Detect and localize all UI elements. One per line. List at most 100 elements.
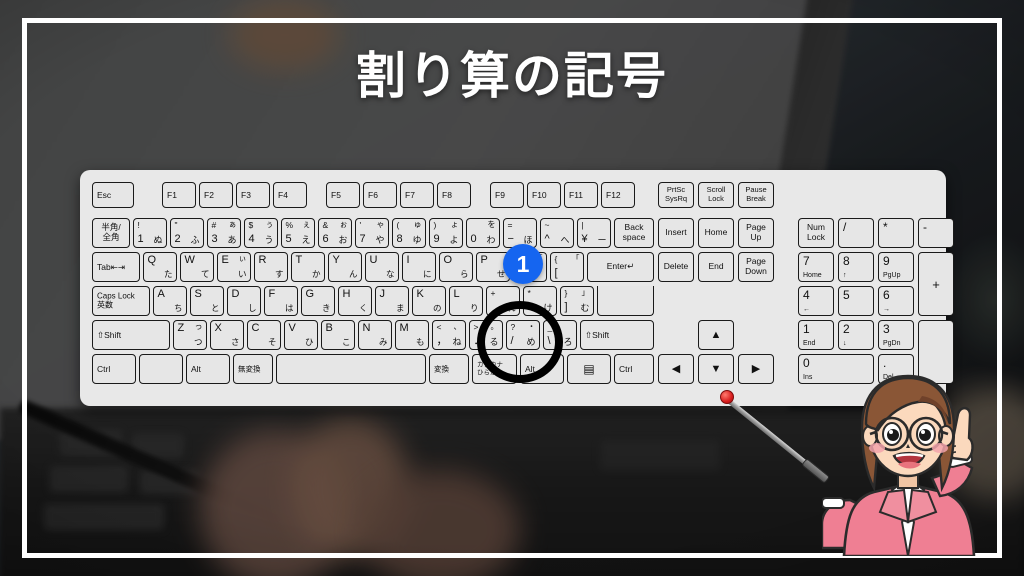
key-numpad-9[interactable]: 9 PgUp [878,252,914,282]
key-caps-lock[interactable]: Caps Lock 英数 [92,286,150,316]
key-enter[interactable]: Enter ↵ [587,252,654,282]
key-b[interactable]: Bこ [321,320,355,350]
key-bracket-left[interactable]: {[「 [550,252,584,282]
key-arrow-down[interactable]: ▼ [698,354,734,384]
key-printscreen[interactable]: PrtSc SysRq [658,182,694,208]
key-f2[interactable]: F2 [199,182,233,208]
key-f8[interactable]: F8 [437,182,471,208]
key-end[interactable]: End [698,252,734,282]
key-3[interactable]: #3 あぁ [207,218,241,248]
key-f12[interactable]: F12 [601,182,635,208]
key-numpad-2[interactable]: 2 ↓ [838,320,874,350]
key-numpad-4[interactable]: 4 ← [798,286,834,316]
key-bracket-right[interactable]: }] む」 [560,286,594,316]
key-2[interactable]: " 2 ふ [170,218,204,248]
key-numpad-minus[interactable]: - [918,218,954,248]
key-f11[interactable]: F11 [564,182,598,208]
key-f6[interactable]: F6 [363,182,397,208]
key-esc[interactable]: Esc [92,182,134,208]
key-space[interactable] [276,354,426,384]
key-q[interactable]: Qた [143,252,177,282]
key-right-shift[interactable]: ⇧Shift [580,320,654,350]
key-tab[interactable]: Tab⇤⇥ [92,252,140,282]
key-hankaku-zenkaku[interactable]: 半角/ 全角 [92,218,130,248]
key-0[interactable]: 0わを [466,218,500,248]
key-scroll-lock[interactable]: Scroll Lock [698,182,734,208]
key-g[interactable]: Gき [301,286,335,316]
key-numpad-plus[interactable]: + [918,252,954,316]
key-f10[interactable]: F10 [527,182,561,208]
key-num-lock[interactable]: Num Lock [798,218,834,248]
key-enter-lower[interactable] [597,286,654,316]
key-1[interactable]: ! 1 ぬ [133,218,167,248]
key-u[interactable]: Uな [365,252,399,282]
key-6[interactable]: & 6 おぉ [318,218,352,248]
key-r[interactable]: Rす [254,252,288,282]
key-left-shift[interactable]: ⇧Shift [92,320,170,350]
arrow-right-icon: ▶ [751,362,761,375]
key-insert[interactable]: Insert [658,218,694,248]
key-f7[interactable]: F7 [400,182,434,208]
key-arrow-left[interactable]: ◀ [658,354,694,384]
arrow-left-icon: ◀ [671,362,681,375]
key-numpad-divide[interactable]: / [838,218,874,248]
key-backspace[interactable]: Back space [614,218,654,248]
key-f9[interactable]: F9 [490,182,524,208]
key-f[interactable]: Fは [264,286,298,316]
key-h[interactable]: Hく [338,286,372,316]
key-page-up[interactable]: Page Up [738,218,774,248]
key-s[interactable]: Sと [190,286,224,316]
key-j[interactable]: Jま [375,286,409,316]
key-m[interactable]: Mも [395,320,429,350]
key-f4[interactable]: F4 [273,182,307,208]
key-n[interactable]: Nみ [358,320,392,350]
key-v[interactable]: Vひ [284,320,318,350]
key-page-down[interactable]: Page Down [738,252,774,282]
key-9[interactable]: ) 9 よょ [429,218,463,248]
key-comma[interactable]: <，ね、 [432,320,466,350]
key-arrow-up[interactable]: ▲ [698,320,734,350]
key-caret[interactable]: ~ ^ へ [540,218,574,248]
key-muhenkan[interactable]: 無変換 [233,354,273,384]
key-numpad-multiply[interactable]: * [878,218,914,248]
key-arrow-right[interactable]: ▶ [738,354,774,384]
key-menu[interactable]: ▤ [567,354,611,384]
key-e[interactable]: Eいぃ [217,252,251,282]
key-o[interactable]: Oら [439,252,473,282]
key-l[interactable]: Lり [449,286,483,316]
page-title: 割り算の記号 [356,47,668,105]
key-t[interactable]: Tか [291,252,325,282]
key-8[interactable]: (8 ゆゅ [392,218,426,248]
key-left-win[interactable] [139,354,183,384]
key-y[interactable]: Yん [328,252,362,282]
key-7[interactable]: ' 7 やゃ [355,218,389,248]
key-f3[interactable]: F3 [236,182,270,208]
pointer-stick-tip [720,390,734,404]
key-z[interactable]: Zつっ [173,320,207,350]
key-numpad-6[interactable]: 6 → [878,286,914,316]
key-k[interactable]: Kの [412,286,446,316]
key-x[interactable]: Xさ [210,320,244,350]
key-d[interactable]: Dし [227,286,261,316]
key-numpad-3[interactable]: 3 PgDn [878,320,914,350]
key-right-ctrl[interactable]: Ctrl [614,354,654,384]
key-delete[interactable]: Delete [658,252,694,282]
key-i[interactable]: Iに [402,252,436,282]
key-yen[interactable]: | ¥ ー [577,218,611,248]
key-numpad-8[interactable]: 8 ↑ [838,252,874,282]
key-5[interactable]: % 5 えぇ [281,218,315,248]
key-f1[interactable]: F1 [162,182,196,208]
key-home[interactable]: Home [698,218,734,248]
key-4[interactable]: $4 うぅ [244,218,278,248]
key-f5[interactable]: F5 [326,182,360,208]
key-pause-break[interactable]: Pause Break [738,182,774,208]
key-left-ctrl[interactable]: Ctrl [92,354,136,384]
key-numpad-1[interactable]: 1 End [798,320,834,350]
key-a[interactable]: Aち [153,286,187,316]
key-numpad-5[interactable]: 5 [838,286,874,316]
key-numpad-7[interactable]: 7 Home [798,252,834,282]
key-c[interactable]: Cそ [247,320,281,350]
key-henkan[interactable]: 変換 [429,354,469,384]
key-left-alt[interactable]: Alt [186,354,230,384]
key-w[interactable]: Wて [180,252,214,282]
